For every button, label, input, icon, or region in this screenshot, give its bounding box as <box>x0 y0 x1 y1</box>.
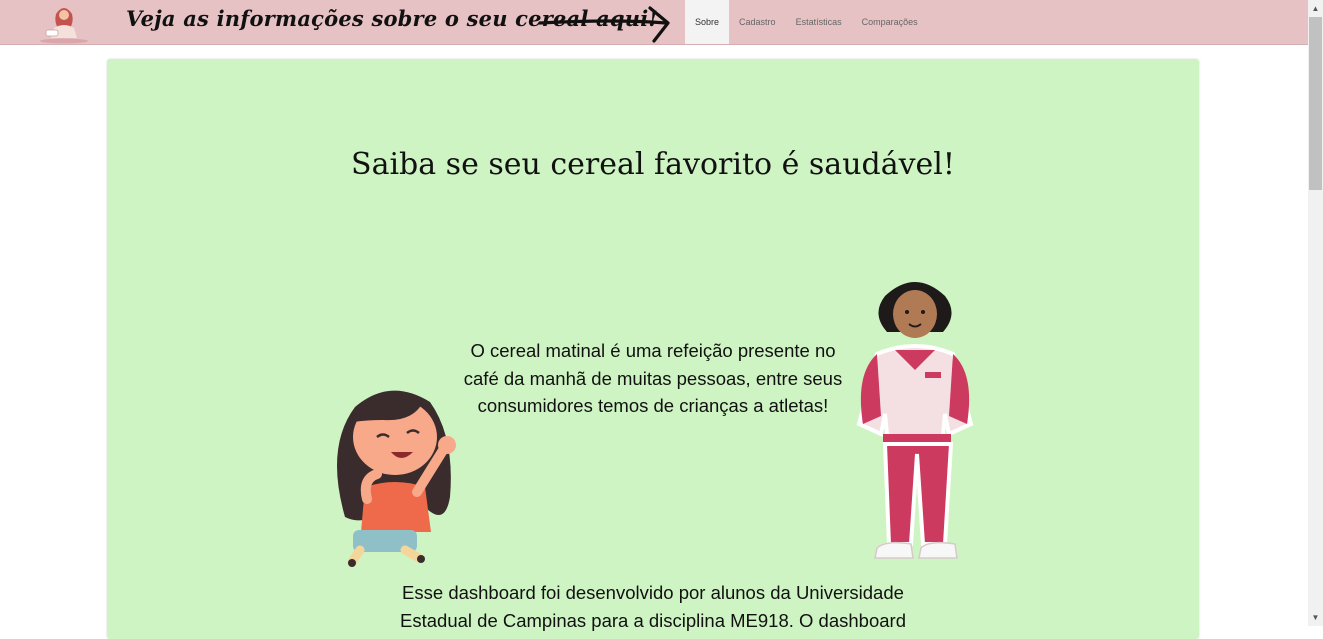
athlete-woman-illustration <box>856 282 974 559</box>
vertical-scrollbar[interactable]: ▲ ▼ <box>1308 0 1323 626</box>
scroll-down-icon[interactable]: ▼ <box>1308 609 1323 626</box>
logo-icon <box>40 8 88 44</box>
nav-tabs: Sobre Cadastro Estatísticas Comparações <box>685 0 928 44</box>
tab-comparacoes[interactable]: Comparações <box>852 0 928 44</box>
content-panel: Saiba se seu cereal favorito é saudável!… <box>107 59 1199 639</box>
tab-estatisticas[interactable]: Estatísticas <box>786 0 852 44</box>
scroll-thumb[interactable] <box>1309 17 1322 190</box>
laughing-girl-illustration <box>337 390 456 567</box>
tab-cadastro[interactable]: Cadastro <box>729 0 786 44</box>
page-heading: Saiba se seu cereal favorito é saudável! <box>351 147 955 182</box>
top-navbar: Veja as informações sobre o seu cereal a… <box>0 0 1308 45</box>
tab-sobre[interactable]: Sobre <box>685 0 730 44</box>
intro-text: O cereal matinal é uma refeição presente… <box>463 340 843 416</box>
scroll-up-icon[interactable]: ▲ <box>1308 0 1323 17</box>
arrow-right-icon <box>538 6 670 43</box>
